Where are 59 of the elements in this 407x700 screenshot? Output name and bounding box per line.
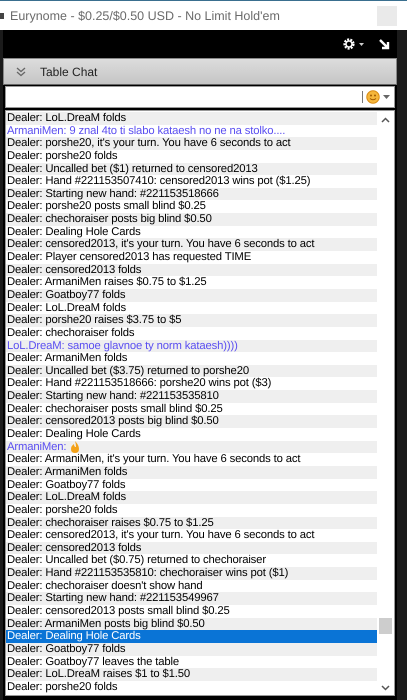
chat-message[interactable]: Dealer: porshe20 folds xyxy=(6,504,377,516)
chat-message[interactable]: Dealer: Hand #221153535810: chechoraiser wins pot ($1) xyxy=(6,567,377,580)
chat-message[interactable]: Dealer: Player censored2013 has requested TIME xyxy=(6,251,377,264)
chat-message[interactable]: Dealer: ArmaniMen raises $0.75 to $1.25 xyxy=(6,276,377,289)
chat-message[interactable]: Dealer: LoL.DreaM raises $1 to $1.50 xyxy=(6,668,377,681)
chat-message[interactable]: Dealer: Hand #221153507410: censored2013 wins pot ($1.25) xyxy=(6,175,377,188)
chat-message[interactable]: Dealer: censored2013 folds xyxy=(6,542,377,554)
settings-icon[interactable] xyxy=(342,37,366,51)
window-title: Eurynome - $0.25/$0.50 USD - No Limit Hold'em xyxy=(10,8,281,22)
chat-message[interactable]: Dealer: porshe20 raises $3.75 to $5 xyxy=(6,314,377,327)
chat-message[interactable]: Dealer: ArmaniMen, it's your turn. You have 6 seconds to act xyxy=(6,453,377,466)
chat-header[interactable]: Table Chat xyxy=(3,58,397,85)
panel-title: Table Chat xyxy=(40,64,98,78)
chat-message[interactable]: ArmaniMen: 9 znal 4to ti slabo kataesh no ne na stolko.... xyxy=(6,124,377,138)
chat-message[interactable]: Dealer: Goatboy77 leaves the table xyxy=(6,656,377,668)
flame-icon xyxy=(70,440,80,453)
chat-message[interactable]: Dealer: porshe20, it's your turn. You have 6 seconds to act xyxy=(6,137,377,150)
chat-message[interactable]: Dealer: censored2013, it's your turn. You have 6 seconds to act xyxy=(6,529,377,542)
chat-message[interactable]: Dealer: Dealing Hole Cards xyxy=(6,428,377,441)
chat-message[interactable]: Dealer: LoL.DreaM folds xyxy=(6,302,377,314)
chat-message[interactable]: Dealer: LoL.DreaM folds xyxy=(6,112,377,125)
scrollbar-thumb[interactable] xyxy=(379,618,392,634)
chat-message[interactable]: Dealer: censored2013, it's your turn. You have 6 seconds to act xyxy=(6,238,377,252)
arrow-icon[interactable] xyxy=(378,38,391,50)
scroll-down-icon[interactable] xyxy=(381,685,390,691)
chat-message[interactable]: LoL.DreaM: samoe glavnoe ty norm kataesh)))) xyxy=(6,340,377,352)
chat-message[interactable]: Dealer: Uncalled bet ($0.75) returned to chechoraiser xyxy=(6,554,377,568)
chat-message[interactable]: Dealer: porshe20 posts small blind $0.25 xyxy=(6,200,377,214)
scroll-up-icon[interactable] xyxy=(381,117,390,123)
chat-message[interactable]: Dealer: Starting new hand: #221153549967 xyxy=(6,592,377,605)
chat-message[interactable]: Dealer: chechoraiser doesn't show hand xyxy=(6,580,377,592)
chat-message[interactable]: Dealer: Goatboy77 folds xyxy=(6,642,377,656)
chat-message[interactable]: Dealer: Dealing Hole Cards xyxy=(6,630,377,643)
chat-message[interactable]: Dealer: Starting new hand: #221153518666 xyxy=(6,188,377,200)
chat-message[interactable]: Dealer: porshe20 folds xyxy=(6,150,377,163)
chat-message[interactable]: Dealer: censored2013 posts small blind $0.25 xyxy=(6,604,377,618)
chat-message[interactable]: Dealer: Uncalled bet ($1) returned to censored2013 xyxy=(6,162,377,176)
chat-message[interactable]: Dealer: Starting new hand: #221153535810 xyxy=(6,390,377,403)
smiley-icon[interactable] xyxy=(366,90,380,104)
chat-message[interactable]: Dealer: ArmaniMen posts big blind $0.50 xyxy=(6,618,377,630)
chat-message[interactable]: Dealer: Hand #221153518666: porshe20 wins pot ($3) xyxy=(6,377,377,390)
chat-message[interactable]: Dealer: porshe20 folds xyxy=(6,680,377,694)
chat-message[interactable]: Dealer: Uncalled bet ($3.75) returned to porshe20 xyxy=(6,364,377,378)
chat-message[interactable]: Dealer: chechoraiser posts small blind $0.25 xyxy=(6,402,377,416)
chat-message[interactable]: Dealer: Goatboy77 folds xyxy=(6,478,377,492)
chat-message[interactable]: Dealer: Dealing Hole Cards xyxy=(6,226,377,238)
chat-message[interactable]: Dealer: Goatboy77 folds xyxy=(6,288,377,302)
chat-message[interactable]: Dealer: ArmaniMen folds xyxy=(6,466,377,479)
chat-message[interactable]: Dealer: censored2013 posts big blind $0.50 xyxy=(6,415,377,428)
chat-message[interactable]: Dealer: chechoraiser raises $0.75 to $1.25 xyxy=(6,516,377,530)
chat-message[interactable]: Dealer: censored2013 folds xyxy=(6,264,377,276)
chat-message[interactable]: ArmaniMen: xyxy=(6,440,377,454)
chat-message[interactable]: Dealer: chechoraiser folds xyxy=(6,326,377,340)
chat-input-field[interactable] xyxy=(5,86,395,108)
chat-message[interactable]: Dealer: LoL.DreaM folds xyxy=(6,491,377,504)
chat-message[interactable]: Dealer: ArmaniMen folds xyxy=(6,352,377,365)
caret-icon[interactable] xyxy=(383,94,390,100)
chat-message[interactable]: Dealer: chechoraiser posts big blind $0.50 xyxy=(6,213,377,226)
collapse-icon xyxy=(16,66,26,76)
